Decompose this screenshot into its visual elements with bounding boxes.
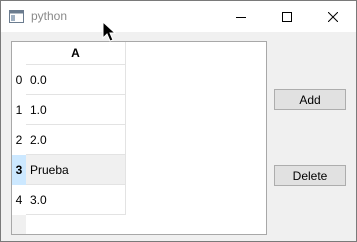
window-client-area: A 0 0.0 1 1.0 2 2.0 3 Prueba 4 3.0 Add D… [1,32,356,241]
add-button[interactable]: Add [274,89,346,110]
table-cell-current[interactable]: Prueba [26,155,126,185]
window-app-icon [9,10,24,23]
row-header[interactable]: 1 [12,95,26,125]
column-header-a[interactable]: A [26,42,126,65]
row-header[interactable]: 4 [12,185,26,215]
data-table[interactable]: A 0 0.0 1 1.0 2 2.0 3 Prueba 4 3.0 [11,41,267,235]
table-cell[interactable]: 0.0 [26,65,126,95]
mouse-cursor-icon [102,21,116,42]
close-icon [328,11,338,22]
maximize-icon [282,11,292,22]
table-cell[interactable]: 3.0 [26,185,126,215]
row-header[interactable]: 0 [12,65,26,95]
row-header-filler [12,215,26,234]
table-corner-button[interactable] [12,42,26,65]
row-header[interactable]: 2 [12,125,26,155]
title-bar[interactable]: python [1,1,356,32]
window-title: python [31,9,68,23]
delete-button[interactable]: Delete [274,165,346,186]
close-button[interactable] [310,1,356,32]
minimize-button[interactable] [218,1,264,32]
table-cell[interactable]: 1.0 [26,95,126,125]
maximize-button[interactable] [264,1,310,32]
minimize-icon [236,16,246,18]
table-cell[interactable]: 2.0 [26,125,126,155]
app-window: python A 0 0.0 1 1.0 2 2.0 3 Prueba 4 3.… [0,0,357,242]
row-header-selected[interactable]: 3 [12,155,26,185]
